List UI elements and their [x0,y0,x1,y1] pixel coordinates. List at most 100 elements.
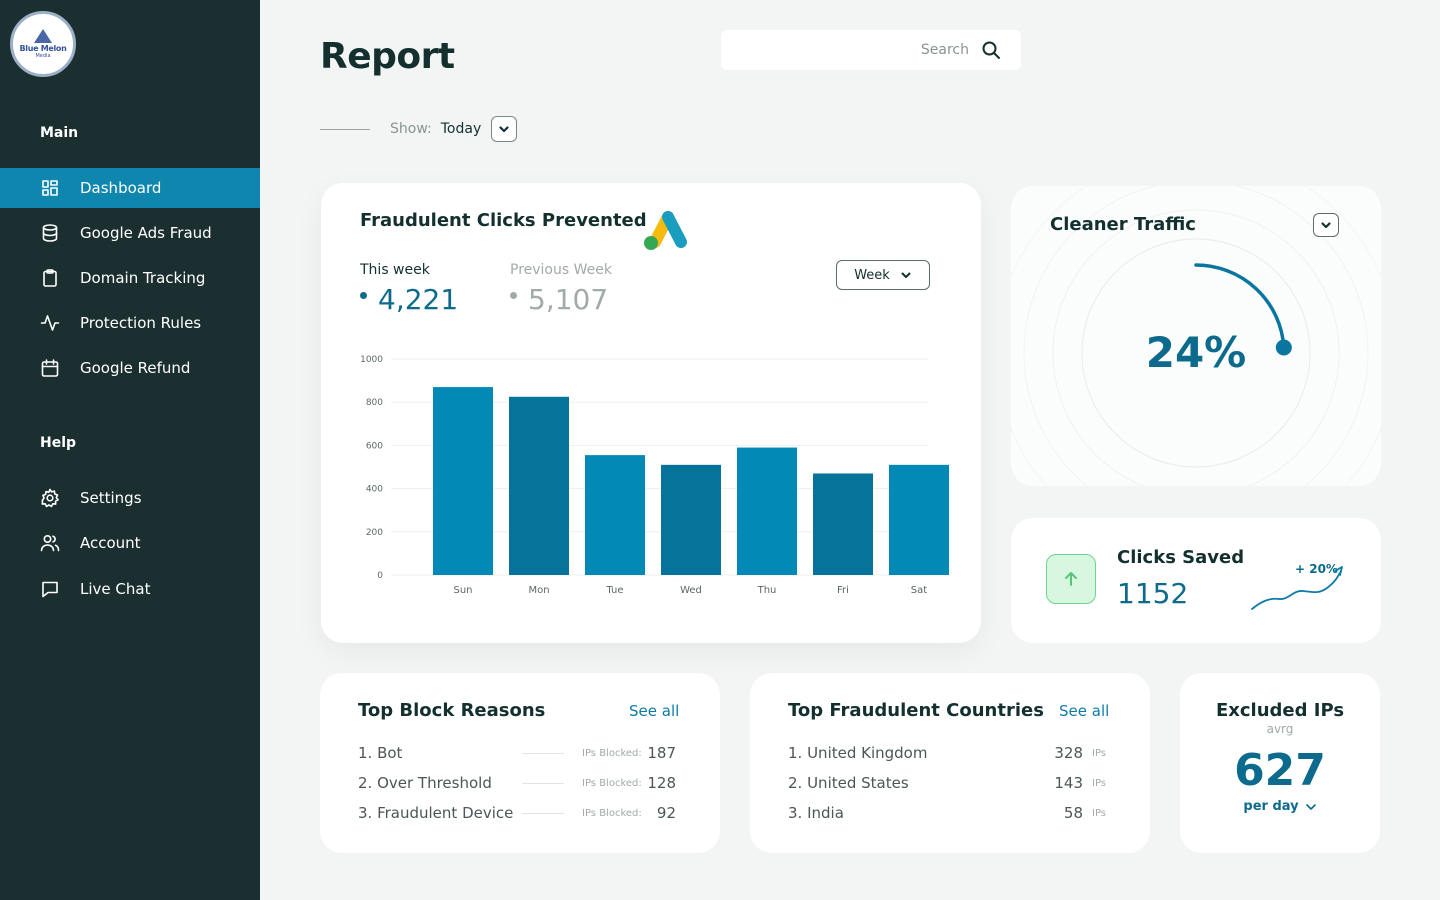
sidebar-item-label: Domain Tracking [80,269,206,287]
x-tick-label: Sat [911,585,927,596]
clicks-saved-value: 1152 [1117,577,1189,610]
bar-sun[interactable] [433,387,493,575]
y-tick-label: 1000 [360,355,383,365]
users-icon [40,533,60,553]
bar-wed[interactable] [661,464,721,575]
ips-unit-label: IPs [1092,748,1107,759]
show-label: Show: [390,121,432,137]
country-name: 3. India [788,804,844,822]
excluded-period-select[interactable]: per day [1180,799,1380,814]
grid-icon [40,178,60,198]
country-ip-count: 328 [1054,744,1083,762]
sidebar: Blue Melon Media Main Dashboard Google A… [0,0,260,900]
bar-thu[interactable] [737,447,797,575]
country-name: 1. United Kingdom [788,744,928,762]
sidebar-item-label: Account [80,534,141,552]
logo-mark-icon [34,29,52,43]
sidebar-item-google-refund[interactable]: Google Refund [0,348,260,388]
y-tick-label: 0 [377,571,383,581]
cleaner-traffic-card: Cleaner Traffic 24% [1011,186,1381,486]
ips-blocked-value: 92 [656,804,676,822]
clipboard-icon [40,268,60,288]
bar-fri[interactable] [813,473,873,575]
chat-icon [40,579,60,599]
divider [320,128,370,130]
top-fraudulent-countries-card: Top Fraudulent Countries See all 1. Unit… [750,673,1150,853]
activity-icon [40,313,60,333]
sidebar-item-domain-tracking[interactable]: Domain Tracking [0,258,260,298]
card-title: Clicks Saved [1117,547,1245,568]
ips-blocked-value: 187 [647,744,676,762]
card-title: Top Fraudulent Countries [788,700,1044,721]
sidebar-item-protection-rules[interactable]: Protection Rules [0,303,260,343]
database-icon [40,223,60,243]
calendar-icon [40,358,60,378]
country-ip-count: 58 [1063,804,1083,822]
sidebar-item-account[interactable]: Account [0,523,260,563]
sidebar-item-label: Google Refund [80,359,191,377]
clicks-saved-card: Clicks Saved 1152 + 20% [1011,518,1381,643]
excluded-period-value: per day [1243,799,1299,814]
cleaner-percent: 24% [1145,328,1247,377]
search-icon[interactable] [981,40,1001,60]
x-tick-label: Wed [680,585,702,596]
search-placeholder: Search [920,42,969,58]
bar-mon[interactable] [509,396,569,575]
sidebar-item-label: Settings [80,489,142,507]
sidebar-item-google-ads-fraud[interactable]: Google Ads Fraud [0,213,260,253]
x-tick-label: Fri [837,585,849,596]
bar-tue[interactable] [585,455,645,575]
chevron-down-icon [499,126,509,133]
sidebar-item-settings[interactable]: Settings [0,478,260,518]
chevron-down-icon [1321,222,1331,229]
y-tick-label: 400 [366,485,383,495]
date-filter: Show: Today [320,116,518,142]
brand-logo[interactable]: Blue Melon Media [10,11,76,77]
section-title-help: Help [40,435,77,451]
bar-chart: 0 200 400 600 800 1000 Sun Mon Tue Wed Thu Fri Sat [360,355,949,596]
block-reason-name: 2. Over Threshold [358,774,492,792]
chevron-down-icon [1305,803,1316,810]
x-tick-label: Sun [453,585,472,596]
sidebar-item-label: Dashboard [80,179,162,197]
row-divider [522,813,564,814]
ips-blocked-label: IPs Blocked: [582,808,642,819]
page-title: Report [320,36,455,77]
card-title: Top Block Reasons [358,700,546,721]
section-title-main: Main [40,125,79,141]
excluded-ips-value: 627 [1234,745,1326,796]
see-all-link[interactable]: See all [629,702,679,720]
y-tick-label: 600 [366,441,383,451]
logo-subtext: Media [35,53,51,59]
logo-text: Blue Melon [19,44,67,53]
fraudulent-clicks-card: Fraudulent Clicks Prevented This week 4,… [321,183,981,643]
sidebar-item-live-chat[interactable]: Live Chat [0,569,260,609]
bar-sat[interactable] [889,464,949,575]
sidebar-item-label: Protection Rules [80,314,202,332]
x-tick-label: Tue [605,585,623,596]
y-tick-label: 200 [366,528,383,538]
search-input[interactable]: Search [721,30,1021,70]
excluded-ips-card: Excluded IPs avrg 627 per day [1180,673,1380,853]
y-tick-label: 800 [366,398,383,408]
sidebar-item-dashboard[interactable]: Dashboard [0,168,260,208]
card-title: Excluded IPs [1215,700,1345,721]
arrow-up-icon [1065,572,1077,586]
ips-blocked-value: 128 [647,774,676,792]
x-tick-label: Mon [528,585,549,596]
row-divider [522,783,564,784]
x-tick-label: Thu [757,585,777,596]
see-all-link[interactable]: See all [1059,702,1109,720]
card-title: Cleaner Traffic [1050,214,1196,235]
country-name: 2. United States [788,774,909,792]
trend-sparkline-icon [1251,566,1343,610]
cleaner-dropdown-button[interactable] [1313,213,1339,237]
show-value: Today [440,121,482,137]
top-block-reasons-card: Top Block Reasons See all 1. Bot IPs Blo… [320,673,720,853]
block-reason-name: 3. Fraudulent Device [358,804,514,822]
ips-blocked-label: IPs Blocked: [582,748,642,759]
gear-icon [40,488,60,508]
ips-blocked-label: IPs Blocked: [582,778,642,789]
country-ip-count: 143 [1054,774,1083,792]
show-dropdown-button[interactable] [491,116,518,142]
